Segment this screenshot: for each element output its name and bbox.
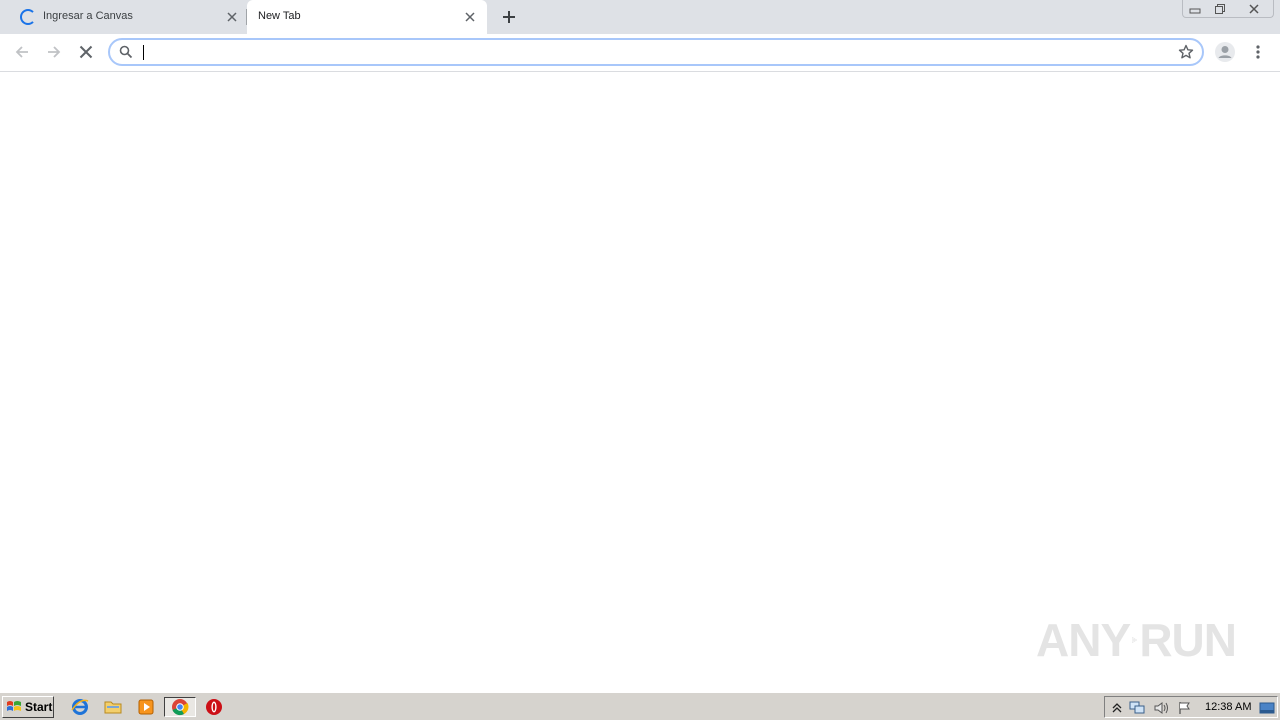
watermark-play-icon [1132, 637, 1138, 643]
close-window-icon[interactable] [1236, 0, 1272, 18]
show-desktop-icon[interactable] [1259, 700, 1275, 716]
more-menu-icon[interactable] [1250, 41, 1266, 63]
back-icon[interactable] [10, 40, 34, 64]
profile-avatar-icon[interactable] [1214, 41, 1236, 63]
text-caret [143, 45, 144, 60]
opera-icon[interactable] [203, 697, 225, 717]
action-center-flag-icon[interactable] [1177, 700, 1193, 716]
bookmark-star-icon[interactable] [1178, 44, 1194, 63]
tab-ingresar-a-canvas[interactable]: Ingresar a Canvas [0, 0, 246, 34]
tab-title: New Tab [258, 10, 301, 22]
media-player-icon[interactable] [135, 697, 157, 717]
tab-title: Ingresar a Canvas [43, 10, 133, 22]
anyrun-watermark: ANY RUN [1036, 608, 1237, 672]
start-button[interactable]: Start [2, 696, 54, 718]
watermark-text-right: RUN [1139, 614, 1237, 666]
address-bar[interactable] [108, 38, 1204, 66]
close-tab-icon[interactable] [462, 9, 478, 25]
system-tray: 12:38 AM [1104, 696, 1278, 718]
folder-icon[interactable] [102, 697, 124, 717]
loading-spinner-icon [20, 9, 36, 25]
taskbar-clock[interactable]: 12:38 AM [1205, 701, 1251, 713]
tab-strip: Ingresar a Canvas New Tab [0, 0, 1280, 34]
tab-new-tab[interactable]: New Tab [247, 0, 487, 34]
show-hidden-icons-icon[interactable] [1109, 700, 1125, 716]
chrome-icon[interactable] [164, 697, 196, 717]
browser-toolbar [0, 34, 1280, 71]
close-tab-icon[interactable] [224, 9, 240, 25]
search-icon [119, 45, 133, 62]
forward-icon[interactable] [42, 40, 66, 64]
windows-logo-icon [7, 701, 21, 711]
stop-loading-icon[interactable] [74, 40, 98, 64]
windows-taskbar: Start 12:38 AM [0, 692, 1280, 720]
address-input[interactable] [140, 43, 1160, 61]
new-tab-button[interactable] [499, 7, 519, 27]
watermark-text-left: ANY [1036, 614, 1131, 666]
start-label: Start [25, 700, 53, 714]
volume-icon[interactable] [1153, 700, 1169, 716]
minimize-icon[interactable] [1183, 0, 1207, 18]
network-icon[interactable] [1129, 700, 1145, 716]
restore-icon[interactable] [1208, 0, 1232, 18]
internet-explorer-icon[interactable] [69, 697, 91, 717]
page-content [0, 72, 1280, 692]
